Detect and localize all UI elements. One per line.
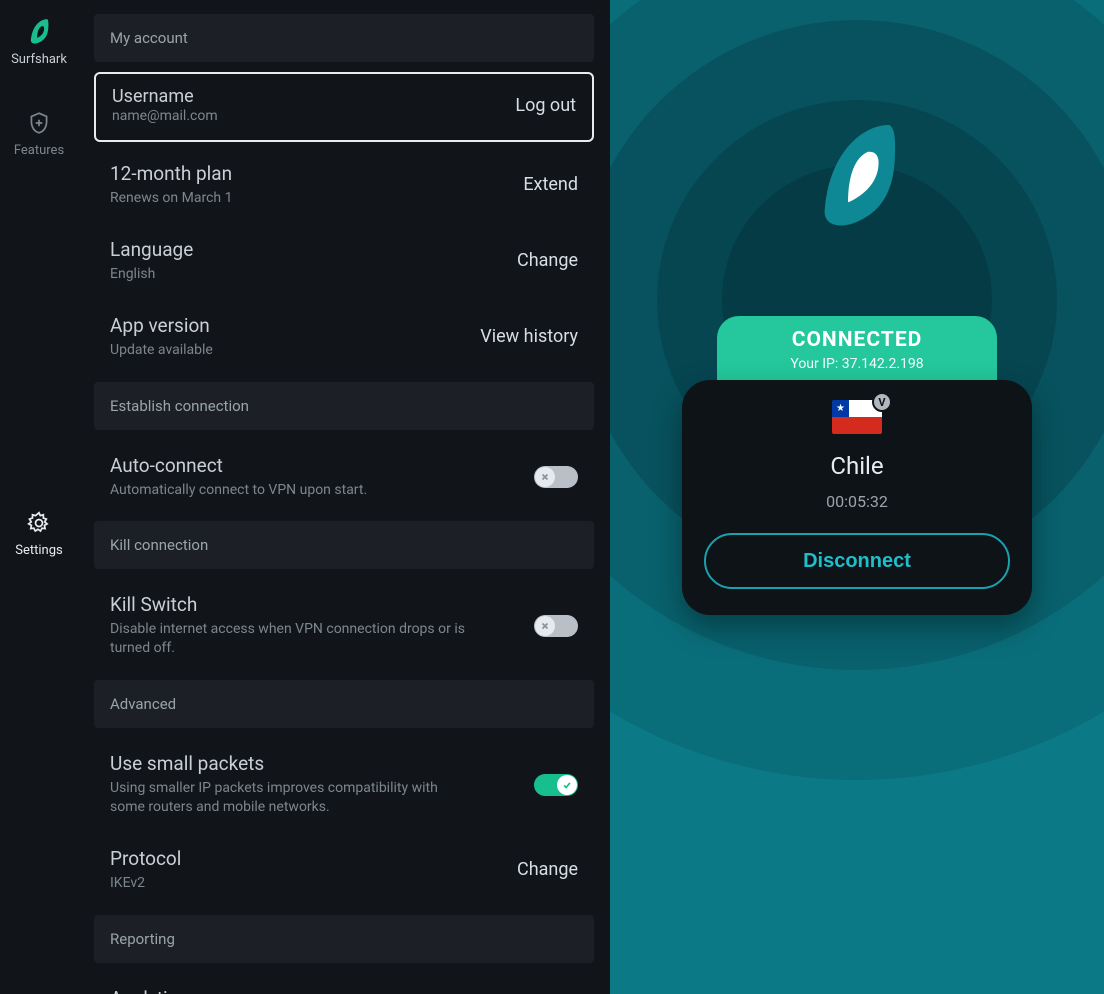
ip-label: Your IP: 37.142.2.198 [790,356,923,372]
analytics-row[interactable]: Analytics Track anonymous app usage data… [94,973,594,994]
connection-card: ★ V Chile 00:05:32 Disconnect [682,380,1032,615]
protocol-row[interactable]: Protocol IKEv2 Change [94,833,594,909]
autoconnect-title: Auto-connect [110,454,367,477]
gear-icon [25,509,53,537]
section-header-reporting: Reporting [94,915,594,963]
killswitch-toggle[interactable] [534,615,578,637]
section-header-advanced: Advanced [94,680,594,728]
toggle-knob [535,467,555,487]
nav-features[interactable]: Features [0,101,78,172]
version-row[interactable]: App version Update available View histor… [94,300,594,376]
plan-title: 12-month plan [110,162,232,185]
shield-plus-icon [25,109,53,137]
version-history-button[interactable]: View history [480,326,578,347]
protocol-value: IKEv2 [110,874,181,893]
nav-sidebar: Surfshark Features Settings [0,0,78,994]
username-title: Username [112,86,218,107]
killswitch-row[interactable]: Kill Switch Disable internet access when… [94,579,594,674]
autoconnect-toggle[interactable] [534,466,578,488]
toggle-knob [557,775,577,795]
analytics-title: Analytics [110,987,324,994]
connection-timer: 00:05:32 [826,492,888,511]
smallpackets-title: Use small packets [110,752,470,775]
language-title: Language [110,238,193,261]
plan-sub: Renews on March 1 [110,189,232,208]
nav-brand[interactable]: Surfshark [0,10,78,81]
flag-wrap: ★ V [832,400,882,434]
status-panel: CONNECTED Your IP: 37.142.2.198 ★ V Chil… [610,0,1104,994]
killswitch-title: Kill Switch [110,593,470,616]
version-sub: Update available [110,341,213,360]
nav-settings-label: Settings [15,543,62,558]
section-header-connection: Establish connection [94,382,594,430]
autoconnect-sub: Automatically connect to VPN upon start. [110,481,367,500]
protocol-change-button[interactable]: Change [517,859,578,880]
disconnect-button[interactable]: Disconnect [704,533,1010,589]
section-header-account: My account [94,14,594,62]
username-value: name@mail.com [112,107,218,126]
nav-brand-label: Surfshark [11,52,67,67]
protocol-title: Protocol [110,847,181,870]
language-row[interactable]: Language English Change [94,224,594,300]
autoconnect-row[interactable]: Auto-connect Automatically connect to VP… [94,440,594,516]
section-header-kill: Kill connection [94,521,594,569]
surfshark-logo-icon [812,118,902,238]
language-value: English [110,265,193,284]
plan-row[interactable]: 12-month plan Renews on March 1 Extend [94,148,594,224]
killswitch-sub: Disable internet access when VPN connect… [110,620,470,658]
settings-panel: My account Username name@mail.com Log ou… [78,0,610,994]
location-name: Chile [830,452,883,480]
nav-features-label: Features [14,143,64,158]
smallpackets-sub: Using smaller IP packets improves compat… [110,779,470,817]
nav-settings[interactable]: Settings [0,501,78,558]
smallpackets-toggle[interactable] [534,774,578,796]
smallpackets-row[interactable]: Use small packets Using smaller IP packe… [94,738,594,833]
plan-extend-button[interactable]: Extend [523,174,578,195]
account-card[interactable]: Username name@mail.com Log out [94,72,594,142]
logout-button[interactable]: Log out [515,95,576,116]
surfshark-fin-icon [25,18,53,46]
version-title: App version [110,314,213,337]
connected-label: CONNECTED [792,328,923,352]
language-change-button[interactable]: Change [517,250,578,271]
virtual-badge-icon: V [872,392,892,412]
toggle-knob [535,616,555,636]
